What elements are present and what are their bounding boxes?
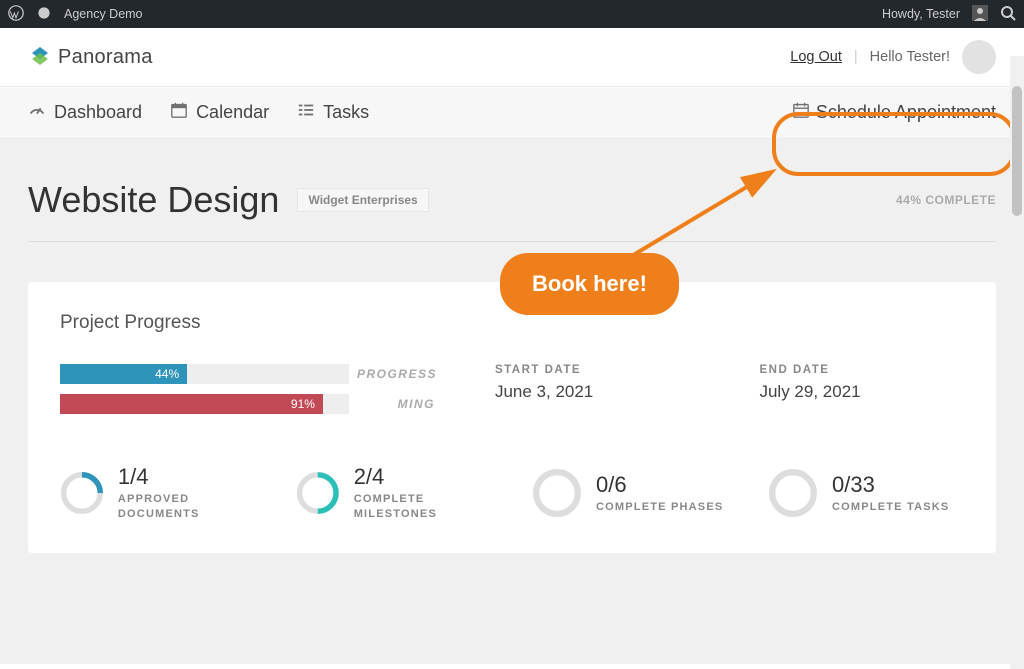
brand-mark-icon [28, 45, 52, 69]
stat-value: 1/4 [118, 464, 256, 490]
progress-ring-icon [532, 468, 582, 518]
user-greeting: Hello Tester! [870, 49, 950, 65]
header: Panorama Log Out | Hello Tester! [0, 28, 1024, 86]
percent-complete: 44% COMPLETE [896, 193, 996, 207]
calendar-plus-icon [792, 101, 810, 124]
search-icon[interactable] [1000, 5, 1016, 24]
page-title: Website Design [28, 179, 279, 221]
progress-bars: 44% PROGRESS 91% MING [60, 364, 435, 424]
scrollbar-thumb[interactable] [1012, 86, 1022, 216]
start-date-value: June 3, 2021 [495, 382, 700, 402]
progress-card: Project Progress 44% PROGRESS [28, 282, 996, 553]
progress-ring-icon [296, 468, 340, 518]
site-name[interactable]: Agency Demo [64, 7, 143, 21]
stat-item: 0/33 COMPLETE TASKS [768, 464, 964, 523]
progress-card-title: Project Progress [60, 312, 964, 334]
user-area: Log Out | Hello Tester! [790, 40, 996, 74]
nav-calendar-label: Calendar [196, 102, 269, 123]
avatar[interactable] [962, 40, 996, 74]
stat-item: 2/4COMPLETE MILESTONES [296, 464, 492, 523]
progress-ring-icon [768, 468, 818, 518]
wp-user-avatar-icon[interactable] [972, 5, 988, 24]
nav-calendar[interactable]: Calendar [170, 101, 269, 124]
stat-label: COMPLETE PHASES [596, 500, 723, 515]
stat-label: COMPLETE MILESTONES [354, 492, 492, 523]
stats-row: 1/4APPROVED DOCUMENTS 2/4COMPLETE MILESTO… [60, 464, 964, 523]
timing-bar-label: MING [349, 397, 435, 411]
site-icon[interactable] [36, 5, 52, 24]
wordpress-logo-icon[interactable] [8, 5, 24, 24]
progress-bar-fill: 44% [60, 364, 187, 384]
gauge-icon [28, 101, 46, 124]
progress-bar-pct: 44% [155, 367, 179, 381]
start-date-label: START DATE [495, 364, 700, 376]
stat-item: 0/6 COMPLETE PHASES [532, 464, 728, 523]
content-area: Website Design Widget Enterprises 44% CO… [0, 139, 1024, 664]
progress-ring-icon [60, 468, 104, 518]
stat-value: 2/4 [354, 464, 492, 490]
client-badge: Widget Enterprises [297, 188, 428, 212]
brand-name: Panorama [58, 46, 153, 69]
stat-label: APPROVED DOCUMENTS [118, 492, 256, 523]
divider: | [854, 49, 858, 65]
schedule-appointment-button[interactable]: Schedule Appointment [792, 101, 996, 124]
progress-bar-row: 44% PROGRESS [60, 364, 435, 384]
progress-bar-label: PROGRESS [349, 367, 435, 381]
start-date-block: START DATE June 3, 2021 [495, 364, 700, 424]
schedule-label: Schedule Appointment [816, 102, 996, 123]
wp-admin-bar: Agency Demo Howdy, Tester [0, 0, 1024, 28]
timing-bar-fill: 91% [60, 394, 323, 414]
nav-tasks-label: Tasks [323, 102, 369, 123]
timing-bar-pct: 91% [291, 397, 315, 411]
stat-item: 1/4APPROVED DOCUMENTS [60, 464, 256, 523]
stat-label: COMPLETE TASKS [832, 500, 949, 515]
title-row: Website Design Widget Enterprises 44% CO… [28, 179, 996, 242]
nav-tasks[interactable]: Tasks [297, 101, 369, 124]
brand-logo[interactable]: Panorama [28, 45, 153, 69]
stat-value: 0/33 [832, 472, 949, 498]
end-date-label: END DATE [759, 364, 964, 376]
page-shell: Panorama Log Out | Hello Tester! Dashboa… [0, 28, 1024, 669]
logout-link[interactable]: Log Out [790, 49, 842, 65]
main-nav: Dashboard Calendar Tasks Schedule Appoin… [0, 86, 1024, 139]
list-icon [297, 101, 315, 124]
scrollbar-track[interactable] [1010, 56, 1024, 669]
annotation-arrow-icon [600, 158, 800, 278]
stat-value: 0/6 [596, 472, 723, 498]
nav-dashboard-label: Dashboard [54, 102, 142, 123]
end-date-value: July 29, 2021 [759, 382, 964, 402]
calendar-icon [170, 101, 188, 124]
end-date-block: END DATE July 29, 2021 [759, 364, 964, 424]
timing-bar-row: 91% MING [60, 394, 435, 414]
wp-user-greeting[interactable]: Howdy, Tester [882, 7, 960, 21]
nav-dashboard[interactable]: Dashboard [28, 101, 142, 124]
